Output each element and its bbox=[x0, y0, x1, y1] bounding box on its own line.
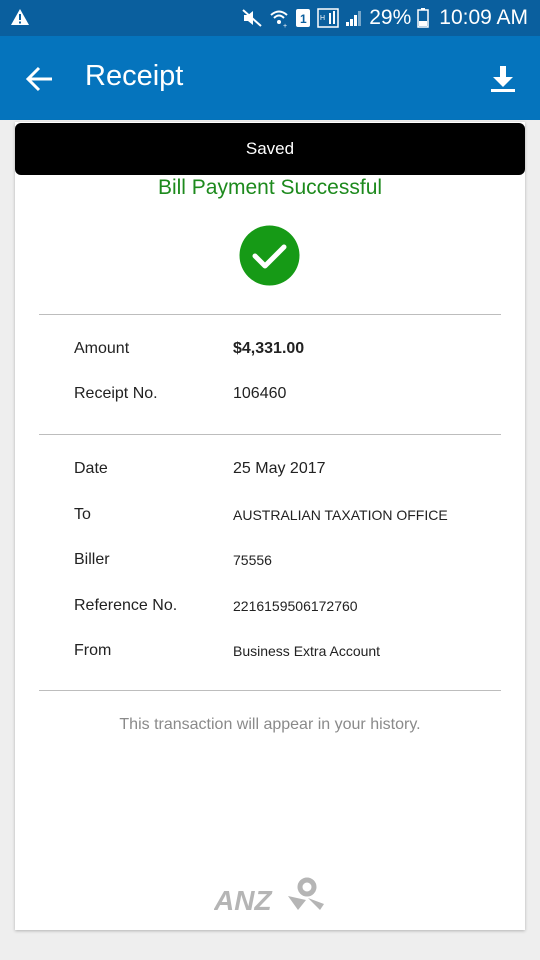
download-icon[interactable] bbox=[488, 64, 518, 94]
success-check-icon bbox=[239, 225, 300, 286]
battery-percent: 29% bbox=[369, 6, 412, 29]
date-value: 25 May 2017 bbox=[233, 460, 326, 477]
cell-signal-icon bbox=[346, 11, 362, 26]
back-arrow-icon[interactable] bbox=[24, 64, 56, 94]
mute-icon bbox=[242, 9, 262, 27]
reference-value: 2216159506172760 bbox=[233, 598, 358, 614]
page-title: Receipt bbox=[85, 60, 184, 92]
svg-text:H: H bbox=[320, 15, 325, 22]
reference-label: Reference No. bbox=[74, 597, 178, 614]
receipt-no-label: Receipt No. bbox=[74, 385, 158, 402]
to-value: AUSTRALIAN TAXATION OFFICE bbox=[233, 507, 448, 523]
toast-text: Saved bbox=[245, 139, 295, 158]
biller-value: 75556 bbox=[233, 552, 272, 568]
amount-label: Amount bbox=[74, 340, 130, 357]
sim-1-icon: 1 bbox=[296, 9, 311, 27]
biller-label: Biller bbox=[74, 551, 110, 568]
to-label: To bbox=[74, 506, 91, 523]
status-bar: + 1 H 29% 10:09 AM bbox=[0, 0, 540, 36]
amount-value: $4,331.00 bbox=[233, 340, 305, 357]
anz-logo: ANZ bbox=[214, 877, 324, 914]
history-note: This transaction will appear in your his… bbox=[119, 716, 421, 733]
clock: 10:09 AM bbox=[439, 6, 528, 29]
from-value: Business Extra Account bbox=[233, 643, 381, 659]
saved-toast: Saved bbox=[15, 123, 525, 175]
divider bbox=[39, 434, 501, 435]
wifi-icon: + bbox=[270, 10, 288, 28]
warning-icon bbox=[11, 9, 29, 25]
divider bbox=[39, 314, 501, 315]
receipt-no-value: 106460 bbox=[233, 385, 287, 402]
svg-text:1: 1 bbox=[300, 12, 307, 26]
success-headline: Bill Payment Successful bbox=[157, 176, 383, 199]
app-bar: Receipt bbox=[0, 36, 540, 120]
from-label: From bbox=[74, 642, 112, 659]
data-signal-icon: H bbox=[317, 8, 339, 28]
battery-icon bbox=[417, 8, 430, 28]
divider bbox=[39, 690, 501, 691]
anz-logo-text: ANZ bbox=[214, 885, 272, 914]
svg-text:+: + bbox=[283, 23, 287, 28]
date-label: Date bbox=[74, 460, 108, 477]
